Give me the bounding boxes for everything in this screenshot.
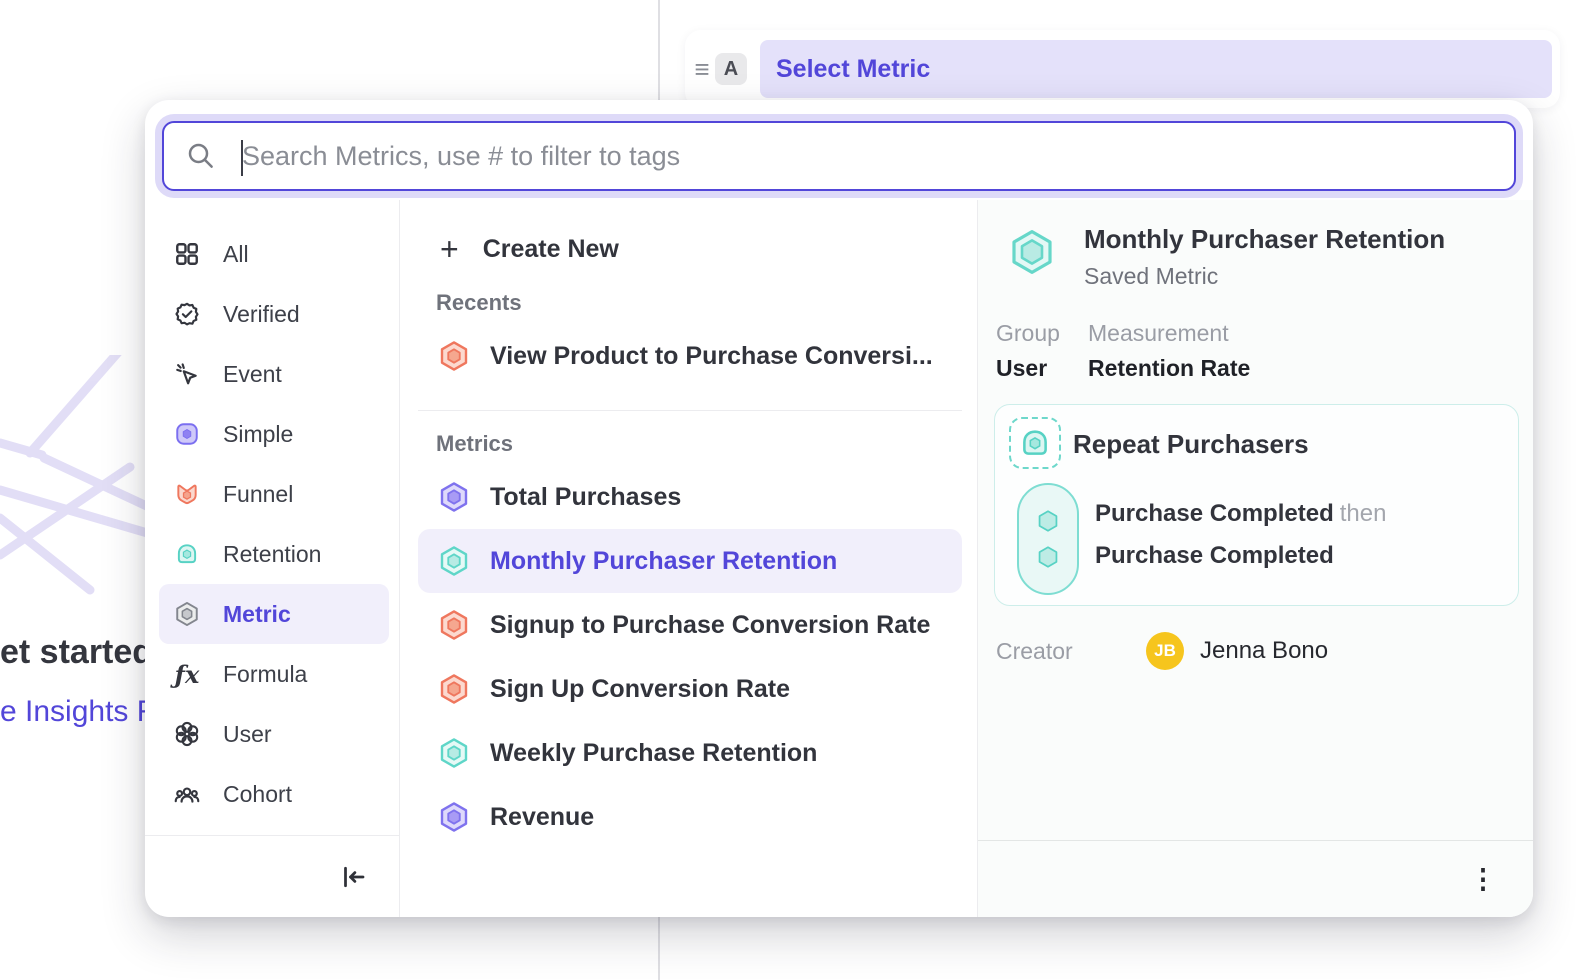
sidebar-footer <box>145 835 399 917</box>
search-input[interactable] <box>216 141 1514 172</box>
creator-name: Jenna Bono <box>1200 637 1328 665</box>
series-a-badge: A <box>715 53 747 85</box>
sidebar-item-label: Event <box>223 361 282 388</box>
sidebar-item-label: User <box>223 721 272 748</box>
measurement-label: Measurement <box>1088 320 1250 347</box>
creator-avatar: JB <box>1146 632 1184 670</box>
metric-list-item[interactable]: Weekly Purchase Retention <box>418 721 962 785</box>
kebab-menu-button[interactable]: ⋮ <box>1463 859 1503 899</box>
detail-title: Monthly Purchaser Retention <box>1084 224 1445 255</box>
retention-metric-icon-large <box>1008 228 1056 276</box>
sidebar-item-label: Metric <box>223 601 291 628</box>
recent-item-label: View Product to Purchase Conversi... <box>490 342 933 371</box>
select-metric-label: Select Metric <box>776 55 930 84</box>
definition-card-title: Repeat Purchasers <box>1073 429 1309 460</box>
retention-metric-icon <box>438 737 470 769</box>
formula-icon: ƒx <box>173 660 201 688</box>
event-metric-icon <box>438 801 470 833</box>
retention-icon <box>173 540 201 568</box>
event-hexagon-icon <box>1035 508 1061 534</box>
drag-handle-icon[interactable]: ≡ <box>691 56 713 82</box>
metric-icon <box>173 600 201 628</box>
sidebar-item-label: Verified <box>223 301 300 328</box>
funnel-metric-icon <box>438 673 470 705</box>
collapse-sidebar-button[interactable] <box>333 857 373 897</box>
funnel-icon <box>173 480 201 508</box>
sidebar-item-formula[interactable]: ƒx Formula <box>159 644 389 704</box>
list-divider <box>418 410 962 411</box>
metric-list-column: + Create New Recents View Product to Pur… <box>400 200 978 917</box>
creator-label: Creator <box>996 638 1146 665</box>
event-hexagon-icon <box>1035 544 1061 570</box>
filter-sidebar: All Verified <box>145 200 400 917</box>
sidebar-item-funnel[interactable]: Funnel <box>159 464 389 524</box>
retention-metric-icon <box>438 545 470 577</box>
metric-list-item-selected[interactable]: Monthly Purchaser Retention <box>418 529 962 593</box>
plus-icon: + <box>440 233 459 265</box>
sidebar-item-label: All <box>223 241 249 268</box>
group-value: User <box>996 355 1064 382</box>
detail-footer: ⋮ <box>978 840 1533 917</box>
search-box <box>162 121 1516 191</box>
metric-definition-card: Repeat Purchasers Purchase Completedthen <box>994 404 1519 606</box>
group-label: Group <box>996 320 1064 347</box>
event-sequence-pill <box>1017 483 1079 595</box>
sidebar-item-verified[interactable]: Verified <box>159 284 389 344</box>
metric-picker-modal: All Verified <box>145 100 1533 917</box>
sidebar-item-label: Formula <box>223 661 307 688</box>
sidebar-item-event[interactable]: Event <box>159 344 389 404</box>
measurement-value: Retention Rate <box>1088 355 1250 382</box>
cohort-people-icon <box>173 780 201 808</box>
verified-badge-icon <box>173 300 201 328</box>
recent-item[interactable]: View Product to Purchase Conversi... <box>418 324 962 388</box>
grid-icon <box>173 240 201 268</box>
metrics-header: Metrics <box>436 431 962 457</box>
background-heading-fragment: et started. <box>0 633 163 672</box>
metric-detail-panel: Monthly Purchaser Retention Saved Metric… <box>978 200 1533 917</box>
sidebar-item-cohort[interactable]: Cohort <box>159 764 389 824</box>
select-metric-button[interactable]: Select Metric <box>760 40 1552 98</box>
detail-subtitle: Saved Metric <box>1084 263 1445 290</box>
sidebar-item-label: Retention <box>223 541 321 568</box>
sidebar-item-all[interactable]: All <box>159 224 389 284</box>
metric-list-item[interactable]: Signup to Purchase Conversion Rate <box>418 593 962 657</box>
recents-header: Recents <box>436 290 962 316</box>
funnel-metric-icon <box>438 609 470 641</box>
search-icon <box>186 141 216 171</box>
user-cluster-icon <box>173 720 201 748</box>
metric-list-item[interactable]: Total Purchases <box>418 465 962 529</box>
text-caret <box>241 140 243 176</box>
simple-icon <box>173 420 201 448</box>
sidebar-item-simple[interactable]: Simple <box>159 404 389 464</box>
step-connector: then <box>1340 500 1387 527</box>
event-metric-icon <box>438 481 470 513</box>
create-new-button[interactable]: + Create New <box>418 224 962 274</box>
sidebar-item-label: Funnel <box>223 481 293 508</box>
sidebar-item-label: Cohort <box>223 781 292 808</box>
event-cursor-icon <box>173 360 201 388</box>
creator-row: Creator JB Jenna Bono <box>996 632 1519 670</box>
detail-meta: Group User Measurement Retention Rate <box>996 320 1519 382</box>
metric-list-item[interactable]: Revenue <box>418 785 962 849</box>
detail-header: Monthly Purchaser Retention Saved Metric <box>1008 224 1519 290</box>
step-event-name: Purchase Completed <box>1095 500 1334 527</box>
event-steps: Purchase Completedthen Purchase Complete… <box>1095 493 1386 577</box>
sidebar-item-user[interactable]: User <box>159 704 389 764</box>
funnel-metric-icon <box>438 340 470 372</box>
step-event-name: Purchase Completed <box>1095 542 1334 569</box>
metric-bar-card: ≡ A Select Metric <box>685 30 1560 108</box>
repeat-purchasers-icon <box>1009 417 1061 469</box>
sidebar-item-retention[interactable]: Retention <box>159 524 389 584</box>
metric-list-item[interactable]: Sign Up Conversion Rate <box>418 657 962 721</box>
sidebar-item-metric[interactable]: Metric <box>159 584 389 644</box>
sidebar-item-label: Simple <box>223 421 293 448</box>
